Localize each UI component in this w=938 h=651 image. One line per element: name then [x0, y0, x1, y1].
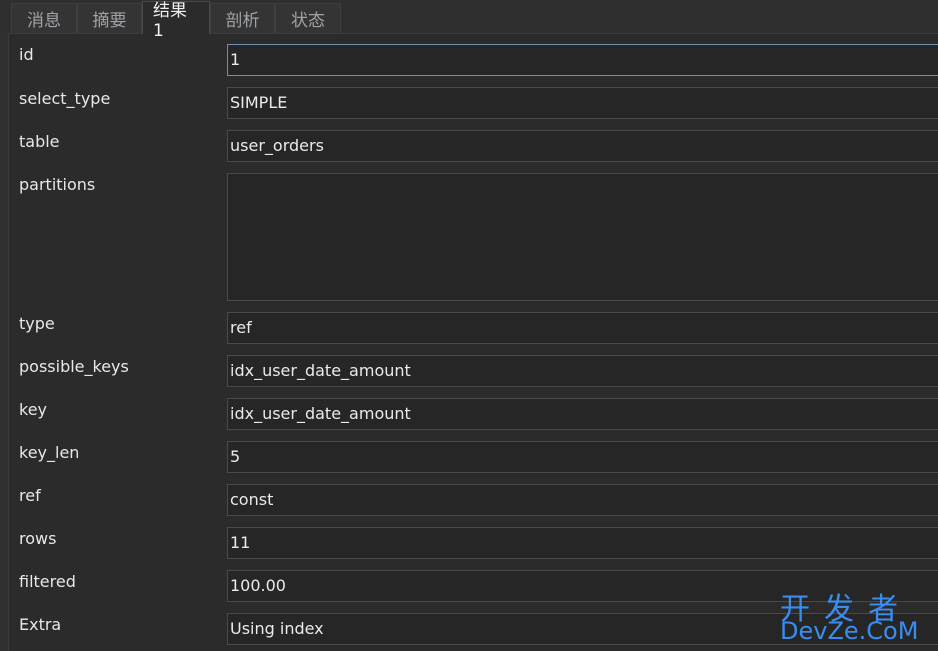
field-label-extra: Extra: [19, 615, 62, 634]
field-value-filtered[interactable]: 100.00: [227, 570, 938, 602]
field-label-possible-keys: possible_keys: [19, 357, 129, 376]
field-label-ref: ref: [19, 486, 41, 505]
field-value-rows[interactable]: 11: [227, 527, 938, 559]
field-label-key-len: key_len: [19, 443, 80, 462]
tab-status[interactable]: 状态: [275, 3, 341, 33]
field-value-select-type[interactable]: SIMPLE: [227, 87, 938, 119]
field-label-select-type: select_type: [19, 89, 111, 108]
left-gutter: [0, 33, 9, 651]
field-label-partitions: partitions: [19, 175, 96, 194]
tab-messages[interactable]: 消息: [11, 3, 77, 33]
field-value-extra[interactable]: Using index: [227, 613, 938, 645]
field-label-filtered: filtered: [19, 572, 76, 591]
tab-summary[interactable]: 摘要: [77, 3, 142, 33]
field-value-key[interactable]: idx_user_date_amount: [227, 398, 938, 430]
field-value-key-len[interactable]: 5: [227, 441, 938, 473]
field-value-partitions[interactable]: [227, 173, 938, 301]
field-label-table: table: [19, 132, 60, 151]
field-label-rows: rows: [19, 529, 57, 548]
field-value-possible-keys[interactable]: idx_user_date_amount: [227, 355, 938, 387]
field-value-type[interactable]: ref: [227, 312, 938, 344]
result-tabbar: 消息 摘要 结果 1 剖析 状态: [0, 0, 938, 41]
field-label-id: id: [19, 45, 34, 64]
field-label-type: type: [19, 314, 55, 333]
field-value-table[interactable]: user_orders: [227, 130, 938, 162]
field-value-ref[interactable]: const: [227, 484, 938, 516]
tab-result-1[interactable]: 结果 1: [142, 1, 210, 41]
tab-profile[interactable]: 剖析: [210, 3, 275, 33]
field-value-id[interactable]: 1: [227, 44, 938, 76]
result-window: 消息 摘要 结果 1 剖析 状态 id 1 select_type SIMPLE…: [0, 0, 938, 651]
field-label-key: key: [19, 400, 48, 419]
